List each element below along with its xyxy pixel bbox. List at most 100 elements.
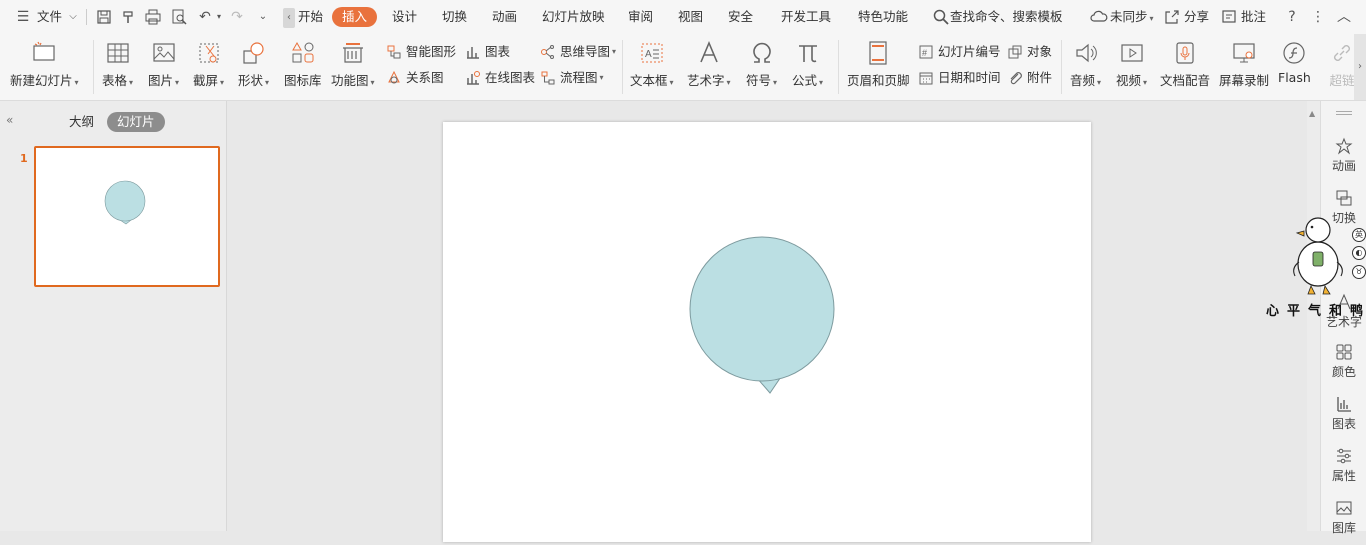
- icon-library-icon: [291, 41, 314, 63]
- sidebar-item-animation[interactable]: 动画: [1321, 137, 1366, 174]
- ribbon-scroll-right-icon[interactable]: ›: [1354, 34, 1366, 100]
- divider: [1061, 40, 1062, 94]
- file-menu[interactable]: 文件: [37, 0, 62, 34]
- microphone-icon: [1176, 42, 1194, 64]
- redo-icon[interactable]: ↷: [228, 8, 246, 26]
- share-icon[interactable]: [1163, 8, 1181, 26]
- mind-map-label: 思维导图: [560, 44, 611, 59]
- picture-label: 图片: [148, 73, 174, 88]
- relation-chart-button[interactable]: 关系图: [386, 68, 444, 88]
- object-button[interactable]: 对象: [1007, 42, 1052, 62]
- duck-watermark: 英 ◐ ♉ 心平气和鸭: [1266, 212, 1366, 322]
- drag-handle[interactable]: [1336, 111, 1352, 112]
- screen-record-label: 屏幕录制: [1219, 73, 1270, 88]
- online-chart-button[interactable]: 在线图表: [465, 68, 535, 88]
- picture-button[interactable]: 图片 ▾: [148, 40, 179, 89]
- flowchart-button[interactable]: 流程图 ▾: [540, 68, 604, 88]
- search-icon[interactable]: [932, 8, 950, 26]
- collapse-ribbon-icon[interactable]: ︿: [1335, 8, 1353, 26]
- table-label: 表格: [102, 73, 128, 88]
- sidebar-item-chart[interactable]: 图表: [1321, 395, 1366, 432]
- table-button[interactable]: 表格 ▾: [102, 40, 133, 89]
- icon-library-button[interactable]: 图标库: [284, 40, 322, 89]
- tab-design[interactable]: 设计: [392, 0, 417, 34]
- help-icon[interactable]: ?: [1283, 8, 1301, 26]
- format-painter-icon[interactable]: [119, 8, 137, 26]
- shape-button[interactable]: 形状 ▾: [238, 40, 269, 89]
- sidebar-item-properties[interactable]: 属性: [1321, 447, 1366, 484]
- sidebar-item-color[interactable]: 颜色: [1321, 343, 1366, 380]
- textbox-icon: A: [641, 43, 663, 63]
- tab-review[interactable]: 审阅: [628, 0, 653, 34]
- screenshot-button[interactable]: 截屏 ▾: [193, 40, 224, 89]
- function-chart-button[interactable]: 功能图 ▾: [331, 40, 375, 89]
- hamburger-menu-icon[interactable]: ☰: [14, 8, 32, 26]
- screen-record-button[interactable]: 屏幕录制: [1219, 40, 1269, 89]
- slide-number: 1: [20, 152, 28, 165]
- sidebar-item-label: 图表: [1331, 417, 1356, 431]
- tab-slides[interactable]: 幻灯片: [107, 112, 165, 132]
- file-dropdown-icon[interactable]: ⌵: [64, 8, 82, 26]
- tab-insert[interactable]: 插入: [332, 7, 378, 27]
- art-text-icon: [700, 40, 718, 63]
- tab-transition[interactable]: 切换: [442, 0, 467, 34]
- mind-map-button[interactable]: 思维导图 ▾: [540, 42, 616, 62]
- color-grid-icon: [1336, 344, 1352, 360]
- doc-voice-button[interactable]: 文档配音: [1160, 40, 1210, 89]
- sync-status[interactable]: 未同步 ▾: [1110, 0, 1154, 34]
- cloud-sync-icon[interactable]: [1090, 8, 1108, 26]
- textbox-button[interactable]: A 文本框 ▾: [630, 40, 674, 89]
- video-button[interactable]: 视频 ▾: [1116, 40, 1147, 89]
- tab-slideshow[interactable]: 幻灯片放映: [542, 0, 605, 34]
- header-footer-button[interactable]: 页眉和页脚: [847, 40, 910, 89]
- slide-number-button[interactable]: # 幻灯片编号: [918, 42, 1001, 62]
- tab-developer[interactable]: 开发工具: [781, 0, 831, 34]
- slide-number-icon: #: [919, 45, 933, 59]
- speech-bubble-shape[interactable]: [443, 122, 1091, 542]
- header-footer-label: 页眉和页脚: [847, 73, 910, 88]
- slide-canvas[interactable]: [443, 122, 1091, 542]
- tab-view[interactable]: 视图: [678, 0, 703, 34]
- sync-label: 未同步: [1110, 9, 1148, 24]
- tab-home[interactable]: 开始: [298, 0, 323, 34]
- audio-button[interactable]: 音频 ▾: [1070, 40, 1101, 89]
- new-slide-button[interactable]: 新建幻灯片 ▾: [10, 40, 79, 89]
- art-text-button[interactable]: 艺术字 ▾: [687, 40, 731, 89]
- ribbon-toolbar: 新建幻灯片 ▾ 表格 ▾ 图片 ▾ 截屏 ▾ 形状 ▾ 图标库 功能图 ▾ 智能图形 图表 …: [0, 34, 1366, 101]
- share-button[interactable]: 分享: [1184, 0, 1209, 34]
- comment-icon[interactable]: [1220, 8, 1238, 26]
- slide-thumbnail[interactable]: [34, 146, 220, 287]
- picture-icon: [152, 43, 175, 62]
- divider: [622, 40, 623, 94]
- smart-art-button[interactable]: 智能图形: [386, 42, 456, 62]
- sidebar-item-gallery[interactable]: 图库: [1321, 499, 1366, 536]
- hyperlink-button[interactable]: 超链: [1329, 40, 1355, 89]
- tab-animation[interactable]: 动画: [492, 0, 517, 34]
- formula-button[interactable]: 公式 ▾: [792, 40, 823, 89]
- print-preview-icon[interactable]: [170, 8, 188, 26]
- symbol-button[interactable]: 符号 ▾: [746, 40, 777, 89]
- menu-bar: ☰ 文件 ⌵ ↶ ▾ ↷ ⌄ ‹ 开始 插入 设计 切换 动画 幻灯片放映 审阅…: [0, 0, 1366, 34]
- scroll-tabs-left-icon[interactable]: ‹: [283, 8, 295, 28]
- chart-button[interactable]: 图表: [465, 42, 510, 62]
- comment-button[interactable]: 批注: [1241, 0, 1266, 34]
- tab-outline[interactable]: 大纲: [69, 112, 94, 132]
- audio-label: 音频: [1070, 73, 1096, 88]
- undo-dropdown-icon[interactable]: ▾: [210, 8, 228, 26]
- search-commands[interactable]: 查找命令、搜索模板: [950, 0, 1063, 34]
- paperclip-icon: [1010, 72, 1022, 85]
- scroll-up-icon[interactable]: ▲: [1309, 109, 1315, 118]
- tab-security[interactable]: 安全: [728, 0, 753, 34]
- divider: [838, 40, 839, 94]
- customize-quick-access-icon[interactable]: ⌄: [254, 8, 272, 26]
- collapse-panel-icon[interactable]: «: [6, 113, 13, 127]
- save-icon[interactable]: [95, 8, 113, 26]
- attachment-button[interactable]: 附件: [1007, 68, 1052, 88]
- more-options-icon[interactable]: ⋮: [1309, 8, 1327, 26]
- flash-button[interactable]: Flash: [1278, 40, 1311, 85]
- tab-special-features[interactable]: 特色功能: [858, 0, 908, 34]
- print-icon[interactable]: [144, 8, 162, 26]
- date-time-button[interactable]: 日期和时间: [918, 68, 1001, 88]
- attachment-label: 附件: [1027, 70, 1053, 85]
- svg-text:A: A: [645, 49, 652, 60]
